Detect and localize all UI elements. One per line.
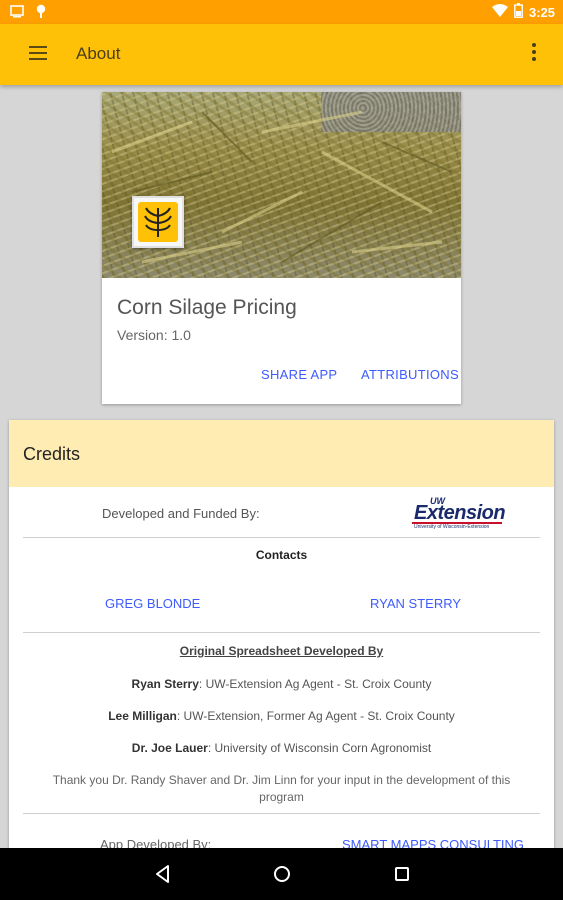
corn-silage-photo — [102, 92, 461, 278]
contacts-heading: Contacts — [255, 548, 308, 562]
back-icon[interactable] — [151, 862, 175, 886]
credit-person: Dr. Joe Lauer: University of Wisconsin C… — [131, 741, 432, 755]
app-version: Version: 1.0 — [117, 327, 191, 343]
app-toolbar: About — [0, 24, 563, 85]
home-icon[interactable] — [270, 862, 294, 886]
recents-icon[interactable] — [390, 862, 414, 886]
divider — [23, 537, 540, 538]
credits-title: Credits — [23, 444, 81, 464]
battery-icon — [514, 3, 523, 21]
contact-greg-blonde-link[interactable]: GREG BLONDE — [105, 596, 200, 611]
divider — [23, 813, 540, 814]
status-bar: 3:25 — [0, 0, 563, 24]
credits-header: Credits — [9, 420, 554, 487]
funded-by-label: Developed and Funded By: — [102, 506, 260, 521]
hamburger-menu-icon[interactable] — [22, 42, 54, 68]
credit-person: Ryan Sterry: UW-Extension Ag Agent - St.… — [131, 677, 432, 691]
divider — [23, 632, 540, 633]
credits-card: Credits Developed and Funded By: UW Exte… — [9, 420, 554, 860]
more-vert-icon[interactable] — [527, 40, 541, 70]
credit-person: Lee Milligan: UW-Extension, Former Ag Ag… — [108, 709, 455, 723]
location-pin-icon — [36, 4, 46, 23]
attributions-button[interactable]: ATTRIBUTIONS — [361, 367, 459, 382]
share-app-button[interactable]: SHARE APP — [261, 367, 337, 382]
uw-extension-logo: UW Extension University of Wisconsin-Ext… — [412, 496, 506, 530]
thanks-note: Thank you Dr. Randy Shaver and Dr. Jim L… — [52, 773, 511, 804]
wifi-icon — [491, 4, 508, 20]
original-spreadsheet-heading: Original Spreadsheet Developed By — [179, 644, 384, 658]
status-time: 3:25 — [528, 4, 555, 20]
contact-ryan-sterry-link[interactable]: RYAN STERRY — [370, 596, 461, 611]
screenshot-icon — [10, 4, 24, 23]
page-title: About — [76, 44, 121, 63]
system-nav-bar — [0, 848, 563, 900]
app-logo — [132, 196, 184, 248]
app-name: Corn Silage Pricing — [117, 296, 297, 319]
app-info-card: Corn Silage Pricing Version: 1.0 SHARE A… — [102, 92, 461, 404]
